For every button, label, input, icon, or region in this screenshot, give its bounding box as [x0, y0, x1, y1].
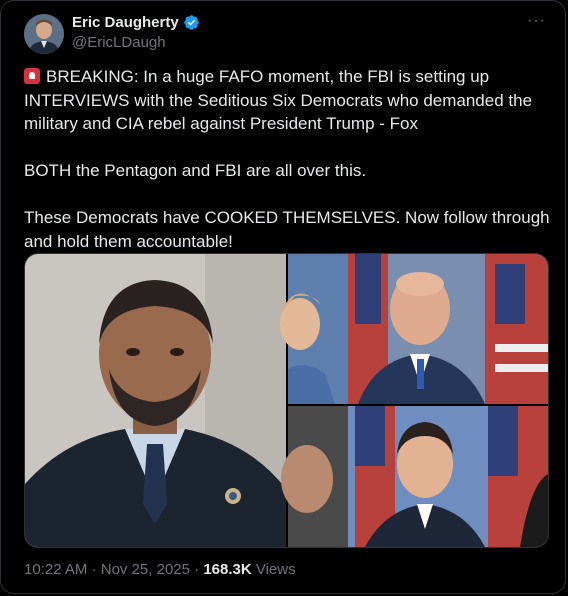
tweet-paragraph-3: These Democrats have COOKED THEMSELVES. … — [24, 208, 550, 251]
author-name[interactable]: Eric Daugherty — [72, 14, 179, 31]
media-right-collage — [280, 254, 548, 547]
tweet-date[interactable]: Nov 25, 2025 — [101, 561, 190, 578]
meta-separator: · — [87, 561, 101, 578]
verified-badge-icon — [183, 15, 199, 30]
tweet-paragraph-1: BREAKING: In a huge FAFO moment, the FBI… — [24, 65, 554, 136]
tweet-paragraph-1-text: BREAKING: In a huge FAFO moment, the FBI… — [24, 67, 533, 133]
avatar[interactable] — [24, 14, 64, 54]
media-left-photo — [25, 254, 286, 547]
tweet-meta: 10:22 AM · Nov 25, 2025 · 168.3K Views — [24, 561, 296, 578]
more-horizontal-icon[interactable]: ··· — [527, 12, 546, 30]
tweet-text: BREAKING: In a huge FAFO moment, the FBI… — [24, 65, 554, 277]
tweet-time[interactable]: 10:22 AM — [24, 561, 87, 578]
meta-separator: · — [189, 561, 204, 578]
author-handle[interactable]: @EricLDaugh — [72, 34, 166, 51]
tweet-paragraph-2: BOTH the Pentagon and FBI are all over t… — [24, 161, 367, 180]
rotating-light-emoji-icon — [24, 68, 40, 84]
views-count: 168.3K — [203, 561, 252, 578]
tweet-media[interactable] — [24, 253, 549, 548]
views-label: Views — [251, 561, 296, 578]
